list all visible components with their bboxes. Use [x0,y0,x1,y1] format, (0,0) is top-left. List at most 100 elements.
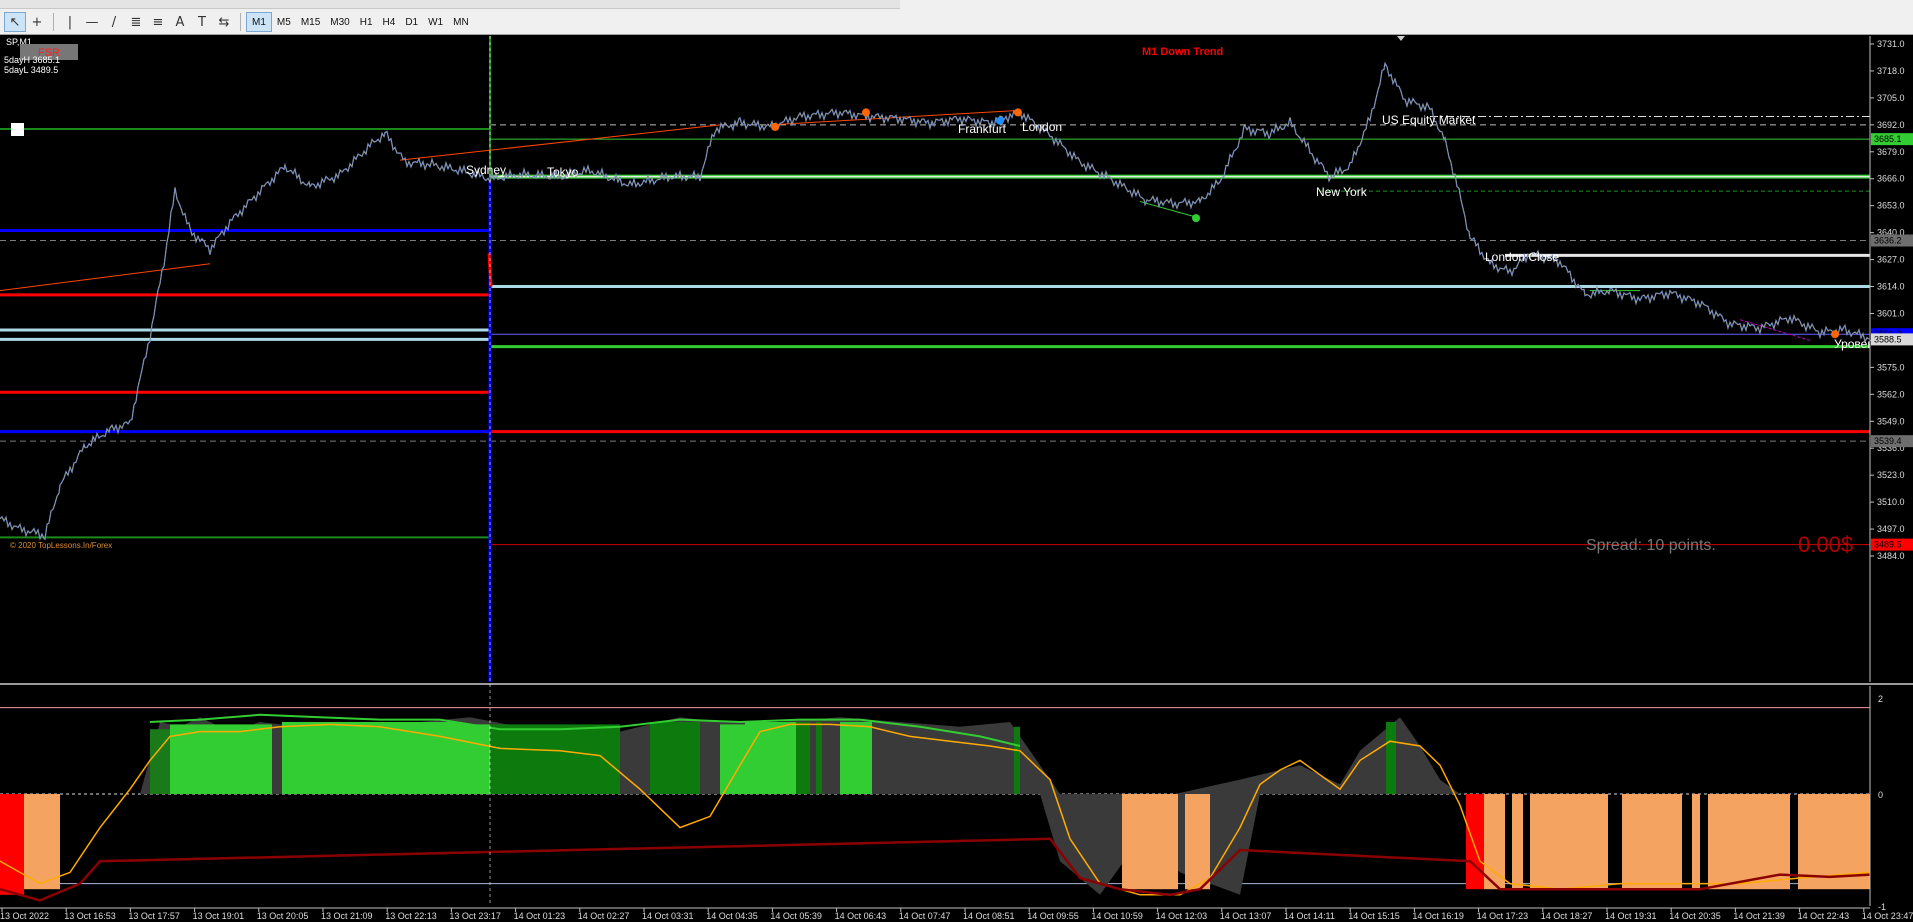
histogram-bar [462,724,490,794]
price-axis-label: 3575.0 [1877,362,1905,372]
price-axis-label: 3510.0 [1877,497,1905,507]
time-axis-label: 14 Oct 15:15 [1348,911,1400,921]
histogram-bar [170,724,272,794]
histogram-bar [1622,794,1682,890]
price-axis-label: 3614.0 [1877,282,1905,292]
price-axis-label: 3718.0 [1877,66,1905,76]
time-axis-label: 14 Oct 07:47 [899,911,951,921]
signal-marker-icon [771,122,779,131]
time-axis-label: 14 Oct 06:43 [835,911,887,921]
session-label: US Equity Market [1382,113,1476,127]
price-axis-label: 3562.0 [1877,389,1905,399]
price-axis-label: 3523.0 [1877,470,1905,480]
price-axis-label: 3549.0 [1877,416,1905,426]
time-axis-label: 14 Oct 02:27 [578,911,630,921]
time-axis-label: 14 Oct 18:27 [1541,911,1593,921]
price-tag-label: 3588.5 [1874,334,1902,344]
time-axis-label: 13 Oct 20:05 [257,911,309,921]
timeframe-mn-button[interactable]: MN [448,12,474,32]
price-axis-label: 3627.0 [1877,255,1905,265]
timeframe-m1-button[interactable]: M1 [246,12,272,32]
copyright-label: © 2020 TopLessons.In/Forex [10,541,112,550]
time-axis-label: 14 Oct 10:59 [1091,911,1143,921]
histogram-bar [1122,794,1178,890]
crosshair-icon[interactable]: + [26,12,48,32]
histogram-bar [796,722,810,794]
histogram-bar [282,722,348,794]
timeframe-m5-button[interactable]: M5 [272,12,296,32]
session-label: London [1022,120,1062,134]
toolbar-separator [53,13,54,31]
signal-marker-icon [1014,108,1022,117]
histogram-bar [840,722,872,794]
time-axis-label: 14 Oct 17:23 [1477,911,1529,921]
spread-label: Spread: 10 points. [1586,537,1716,554]
signal-marker-icon [862,108,870,117]
time-axis-label: 14 Oct 22:43 [1798,911,1850,921]
session-label: Frankfurt [958,122,1007,136]
histogram-bar [1185,794,1210,890]
price-tag-label: 3539.4 [1874,436,1902,446]
time-axis-label: 14 Oct 19:31 [1605,911,1657,921]
object-marker [11,123,24,136]
time-axis-label: 13 Oct 23:17 [449,911,501,921]
price-axis-label: 3679.0 [1877,147,1905,157]
histogram-bar [1386,722,1396,794]
histogram-bar [720,724,745,794]
price-axis-label: 3705.0 [1877,93,1905,103]
trendline-icon[interactable]: / [103,12,125,32]
text-label-icon[interactable]: T [191,12,213,32]
timeframe-d1-button[interactable]: D1 [400,12,423,32]
time-axis-label: 13 Oct 22:13 [385,911,437,921]
price-axis-label: 3601.0 [1877,308,1905,318]
time-axis-label: 14 Oct 12:03 [1156,911,1208,921]
timeframe-m30-button[interactable]: M30 [325,12,354,32]
price-axis-label: 3653.0 [1877,201,1905,211]
timeframe-h4-button[interactable]: H4 [378,12,401,32]
histogram-bar [745,722,796,794]
cursor-icon[interactable]: ↖ [4,12,26,32]
histogram-bar [24,794,60,890]
indicator-axis-label: 0 [1878,790,1883,800]
time-axis-label: 14 Oct 09:55 [1027,911,1079,921]
histogram-bar [1014,726,1020,794]
session-label: Tokyo [547,165,579,179]
time-axis-label: 14 Oct 04:35 [706,911,758,921]
toolbar-separator [240,13,241,31]
price-axis-label: 3692.0 [1877,120,1905,130]
price-chart[interactable]: SP,M1FSR5dayH 3685.15dayL 3489.5M1 Down … [0,36,1913,922]
histogram-bar [816,722,822,794]
time-axis-label: 14 Oct 05:39 [770,911,822,921]
five-day-high-label: 5dayH 3685.1 [4,55,60,65]
timeframe-h1-button[interactable]: H1 [355,12,378,32]
time-axis-label: 14 Oct 16:19 [1412,911,1464,921]
fibonacci-icon[interactable]: ≡ [147,12,169,32]
five-day-low-label: 5dayL 3489.5 [4,65,58,75]
session-label: New York [1316,185,1368,199]
histogram-bar [1466,794,1484,890]
histogram-bar [1692,794,1700,890]
text-icon[interactable]: A [169,12,191,32]
time-axis-label: 13 Oct 21:09 [321,911,373,921]
trend-status-label: M1 Down Trend [1142,46,1223,58]
histogram-bar [272,726,282,794]
horizontal-line-icon[interactable]: — [81,12,103,32]
time-axis-label: 14 Oct 01:23 [514,911,566,921]
time-axis-label: 14 Oct 08:51 [963,911,1015,921]
timeframe-m15-button[interactable]: M15 [296,12,325,32]
price-axis-label: 3666.0 [1877,174,1905,184]
signal-marker-icon [1192,214,1200,223]
time-axis-label: 13 Oct 2022 [0,911,49,921]
equidistant-channel-icon[interactable]: ≣ [125,12,147,32]
arrows-icon[interactable]: ⇆ [213,12,235,32]
histogram-bar [1484,794,1505,890]
time-axis-label: 14 Oct 13:07 [1220,911,1272,921]
histogram-bar [1512,794,1523,890]
toolbar-row: ↖ + | — / ≣ ≡ A T ⇆ M1 M5 M15 M30 H1 H4 D1 W1 MN [4,12,474,32]
time-axis-label: 14 Oct 20:35 [1669,911,1721,921]
histogram-bar [490,724,620,794]
vertical-line-icon[interactable]: | [59,12,81,32]
time-axis-label: 14 Oct 23:47 [1862,911,1913,921]
timeframe-w1-button[interactable]: W1 [423,12,448,32]
price-axis-label: 3497.0 [1877,524,1905,534]
